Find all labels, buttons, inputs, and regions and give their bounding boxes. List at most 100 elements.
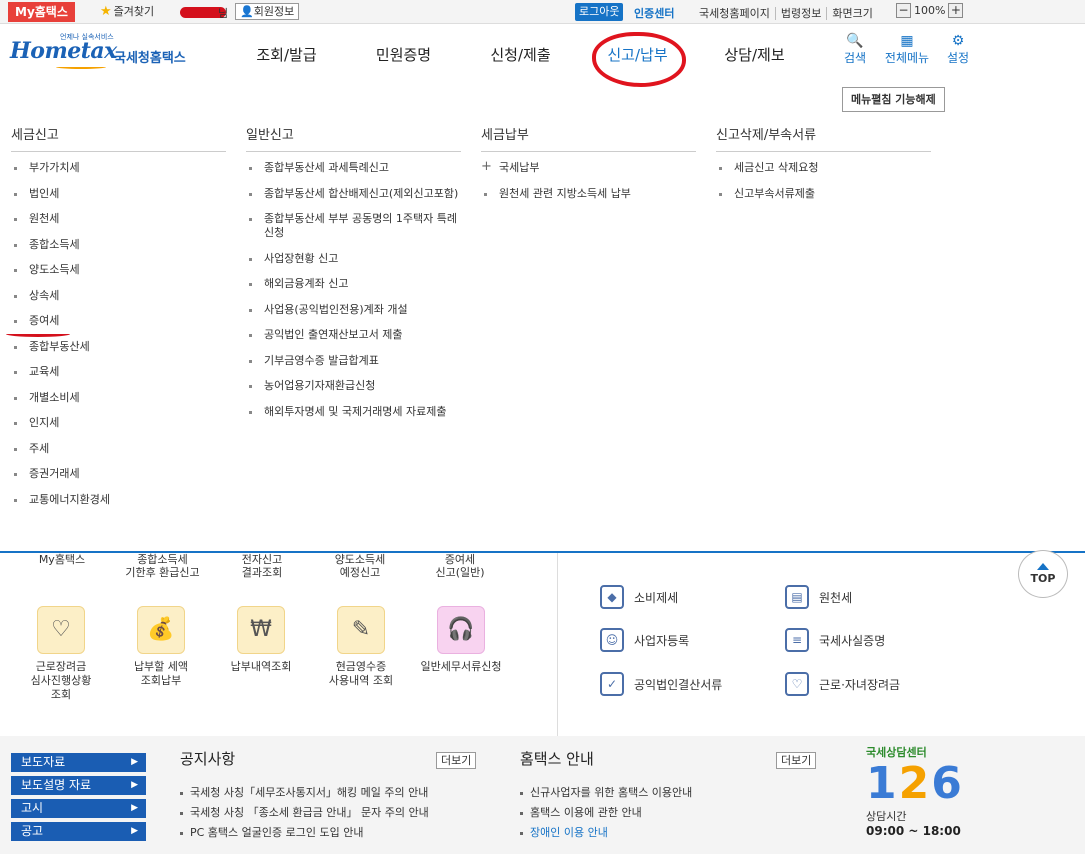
menu-col-title: 세금신고 [11,124,226,152]
quick-link-partial[interactable]: 전자신고 결과조회 [220,553,304,579]
gnb-apply-submit[interactable]: 신청/제출 [462,44,579,65]
consult-center-banner[interactable]: 국세상담센터 126 상담시간 09:00 ~ 18:00 [866,744,976,848]
zoom-out-button[interactable]: − [896,3,911,18]
link-business-registration[interactable]: ☺ 사업자등록 [600,628,689,652]
menu-item[interactable]: 종합부동산세 부부 공동명의 1주택자 특례 신청 [246,212,461,240]
favorites-link[interactable]: ★ 즐겨찾기 [100,4,154,20]
menu-item[interactable]: 법인세 [11,187,226,201]
announcement-button[interactable]: 공고 [11,822,146,841]
service-pay-tax[interactable]: 💰 납부할 세액 조회납부 [116,606,206,688]
screen-size-label: 화면크기 [826,7,878,20]
menu-col-title: 세금납부 [481,124,696,152]
headset-icon: 🎧 [437,606,485,654]
link-label: 공익법인결산서류 [634,677,723,692]
gnb-inquiry-issue[interactable]: 조회/발급 [228,44,345,65]
notification-button[interactable]: 고시 [11,799,146,818]
menu-item[interactable]: 교육세 [11,365,226,379]
menu-item[interactable]: 부가가치세 [11,161,226,175]
menu-item-national-tax-payment[interactable]: 국세납부 [481,160,696,175]
menu-item[interactable]: 양도소득세 [11,263,226,277]
link-tax-fact-certificate[interactable]: ≡ 국세사실증명 [785,628,885,652]
nts-homepage-link[interactable]: 국세청홈페이지 [694,7,775,20]
menu-item[interactable]: 원천세 [11,212,226,226]
link-consumption-tax[interactable]: ◆ 소비제세 [600,585,678,609]
money-bag-icon: 💰 [137,606,185,654]
gnb-consult-report[interactable]: 상담/제보 [696,44,813,65]
menu-item[interactable]: 인지세 [11,416,226,430]
member-info-button[interactable]: 👤회원정보 [235,3,300,20]
menu-col-delete-attachment: 신고삭제/부속서류 세금신고 삭제요청 신고부속서류제출 [716,124,931,212]
notice-item[interactable]: PC 홈택스 얼굴인증 로그인 도입 안내 [180,823,429,843]
search-label: 검색 [843,51,867,65]
search-icon: 🔍 [846,33,864,49]
menu-item[interactable]: 주세 [11,442,226,456]
menu-item[interactable]: 해외투자명세 및 국제거래명세 자료제출 [246,405,461,419]
service-payment-history[interactable]: ₩ 납부내역조회 [216,606,306,674]
menu-item[interactable]: 종합소득세 [11,238,226,252]
menu-item[interactable]: 종합부동산세 합산배제신고(제외신고포함) [246,187,461,201]
hours-value: 09:00 ~ 18:00 [866,824,961,838]
quick-link-partial[interactable]: 양도소득세 예정신고 [318,553,402,579]
menu-item[interactable]: 종합부동산세 [11,340,226,354]
cert-center-link[interactable]: 인증센터 [634,5,674,21]
menu-expand-toggle-button[interactable]: 메뉴펼침 기능해제 [842,87,945,112]
logout-button[interactable]: 로그아웃 [575,3,624,21]
service-cash-receipt[interactable]: ✎ 현금영수증 사용내역 조회 [316,606,406,688]
link-earned-child-credit[interactable]: ♡ 근로·자녀장려금 [785,672,900,696]
press-release-button[interactable]: 보도자료 [11,753,146,772]
menu-item[interactable]: 사업용(공익법인전용)계좌 개설 [246,303,461,317]
link-label: 국세사실증명 [819,633,886,648]
guide-item[interactable]: 신규사업자를 위한 홈택스 이용안내 [520,783,692,803]
law-info-link[interactable]: 법령정보 [774,7,827,20]
settings-label: 설정 [946,51,970,65]
menu-item[interactable]: 종합부동산세 과세특례신고 [246,161,461,175]
notice-item[interactable]: 국세청 사칭「세무조사통지서」해킹 메일 주의 안내 [180,783,429,803]
menu-item[interactable]: 상속세 [11,289,226,303]
menu-item[interactable]: 공익법인 출연재산보고서 제출 [246,328,461,342]
document-icon: ≡ [785,628,809,652]
notice-item[interactable]: 국세청 사칭 「종소세 환급금 안내」 문자 주의 안내 [180,803,429,823]
my-hometax-button[interactable]: My홈택스 [8,2,75,22]
search-button[interactable]: 🔍 검색 [838,33,872,66]
gnb-civil-certificate[interactable]: 민원증명 [345,44,462,65]
guide-item[interactable]: 장애인 이용 안내 [520,823,692,843]
menu-item[interactable]: 기부금영수증 발급합계표 [246,354,461,368]
notice-list: 국세청 사칭「세무조사통지서」해킹 메일 주의 안내 국세청 사칭 「종소세 환… [180,783,429,843]
guide-item[interactable]: 홈택스 이용에 관한 안내 [520,803,692,823]
utility-bar: My홈택스 ★ 즐겨찾기 님 👤회원정보 로그아웃 인증센터 국세청홈페이지 법령정… [0,0,1085,24]
menu-item[interactable]: 개별소비세 [11,391,226,405]
link-label: 원천세 [819,590,853,605]
red-underline-annotation [6,331,70,337]
logo-swoosh [56,65,106,69]
notice-more-button[interactable]: 더보기 [436,752,477,769]
quick-link-partial[interactable]: 종합소득세 기한후 환급신고 [115,553,210,579]
link-public-corp-settlement[interactable]: ✓ 공익법인결산서류 [600,672,722,696]
logo-wordmark: Hometax [10,38,117,64]
menu-item-gift-tax[interactable]: 증여세 [11,314,226,328]
all-menu-button[interactable]: ▦ 전체메뉴 [872,33,942,66]
page: My홈택스 ★ 즐겨찾기 님 👤회원정보 로그아웃 인증센터 국세청홈페이지 법령정… [0,0,1085,854]
menu-item[interactable]: 해외금융계좌 신고 [246,277,461,291]
link-label: 근로·자녀장려금 [819,677,901,692]
menu-item[interactable]: 농어업용기자재환급신청 [246,379,461,393]
arrow-up-icon [1037,563,1049,570]
link-withholding-tax[interactable]: ▤ 원천세 [785,585,852,609]
heart-hand-icon: ♡ [785,672,809,696]
menu-item[interactable]: 증권거래세 [11,467,226,481]
menu-col-title: 일반신고 [246,124,461,152]
menu-item[interactable]: 사업장현황 신고 [246,252,461,266]
service-earned-income-credit[interactable]: ♡ 근로장려금 심사진행상황 조회 [16,606,106,702]
menu-item[interactable]: 원천세 관련 지방소득세 납부 [481,187,696,201]
service-general-documents[interactable]: 🎧 일반세무서류신청 [416,606,506,674]
menu-item[interactable]: 교통에너지환경세 [11,493,226,507]
scroll-top-button[interactable]: TOP [1018,550,1068,598]
guide-more-button[interactable]: 더보기 [776,752,817,769]
press-explanation-button[interactable]: 보도설명 자료 [11,776,146,795]
menu-item[interactable]: 세금신고 삭제요청 [716,161,931,175]
all-menu-label: 전체메뉴 [884,51,930,65]
zoom-in-button[interactable]: + [948,3,964,18]
settings-button[interactable]: ⚙ 설정 [942,33,974,66]
menu-item[interactable]: 신고부속서류제출 [716,187,931,201]
quick-link-partial[interactable]: 증여세 신고(일반) [418,553,502,579]
quick-link-partial[interactable]: My홈택스 [20,553,104,567]
